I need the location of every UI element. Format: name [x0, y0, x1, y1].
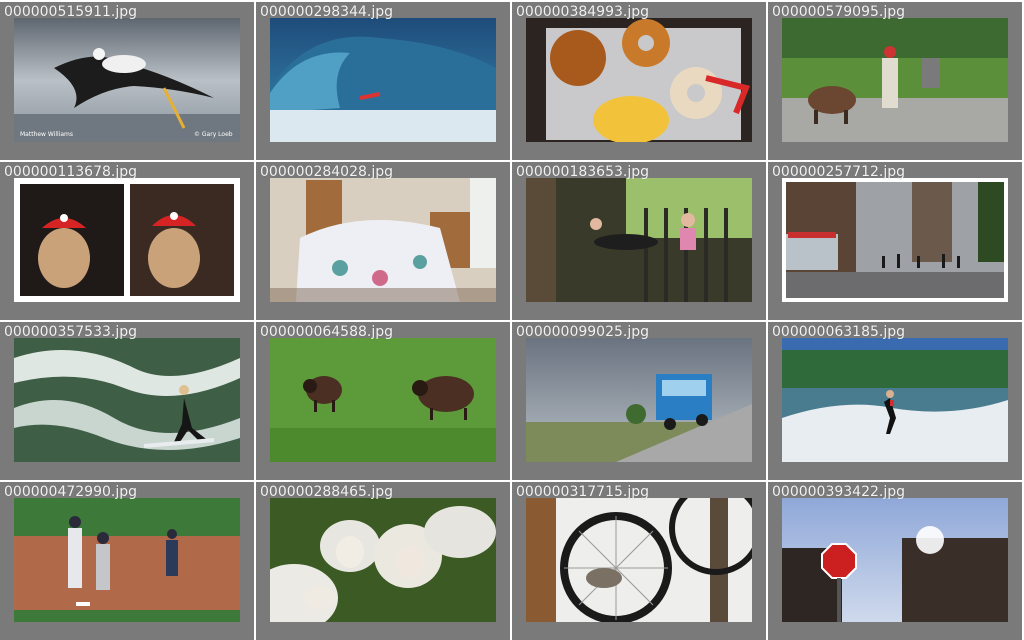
filename-label: 000000357533.jpg [4, 324, 137, 340]
grid-tile[interactable]: 000000113678.jpg [0, 162, 254, 320]
filename-label: 000000579095.jpg [772, 4, 905, 20]
bedroom-photo [270, 178, 496, 302]
grid-tile[interactable]: 000000064588.jpg [256, 322, 510, 480]
filename-label: 000000183653.jpg [516, 164, 649, 180]
filename-label: 000000257712.jpg [772, 164, 905, 180]
grid-tile[interactable]: 000000515911.jpg Matthew Williams © Gary… [0, 2, 254, 160]
cow-parade-photo [782, 18, 1008, 142]
filename-label: 000000099025.jpg [516, 324, 649, 340]
waterskier-photo [782, 338, 1008, 462]
porch-kids-photo [526, 178, 752, 302]
donuts-photo [526, 18, 752, 142]
surfer-wave-photo [270, 18, 496, 142]
grid-tile[interactable]: 000000357533.jpg [0, 322, 254, 480]
filename-label: 000000284028.jpg [260, 164, 393, 180]
filename-label: 000000393422.jpg [772, 484, 905, 500]
grid-tile[interactable]: 000000063185.jpg [768, 322, 1022, 480]
filename-label: 000000288465.jpg [260, 484, 393, 500]
filename-label: 000000472990.jpg [4, 484, 137, 500]
grid-tile[interactable]: 000000579095.jpg [768, 2, 1022, 160]
image-grid: 000000515911.jpg Matthew Williams © Gary… [0, 0, 1024, 640]
photo-caption-left: Matthew Williams [20, 131, 73, 138]
bicycle-cat-photo [526, 498, 752, 622]
photo-caption-right: © Gary Loeb [194, 131, 233, 138]
grid-tile[interactable]: 000000284028.jpg [256, 162, 510, 320]
grid-tile[interactable]: 000000298344.jpg [256, 2, 510, 160]
grid-tile[interactable]: 000000099025.jpg [512, 322, 766, 480]
white-sheep-photo [270, 498, 496, 622]
filename-label: 000000384993.jpg [516, 4, 649, 20]
grid-tile[interactable]: 000000384993.jpg [512, 2, 766, 160]
filename-label: 000000063185.jpg [772, 324, 905, 340]
filename-label: 000000298344.jpg [260, 4, 393, 20]
grid-tile[interactable]: 000000472990.jpg [0, 482, 254, 640]
beagle-hats-photo [14, 178, 240, 302]
filename-label: 000000317715.jpg [516, 484, 649, 500]
filename-label: 000000113678.jpg [4, 164, 137, 180]
seagull-photo: Matthew Williams © Gary Loeb [14, 18, 240, 142]
grid-tile[interactable]: 000000288465.jpg [256, 482, 510, 640]
grid-tile[interactable]: 000000317715.jpg [512, 482, 766, 640]
filename-label: 000000064588.jpg [260, 324, 393, 340]
grid-tile[interactable]: 000000257712.jpg [768, 162, 1022, 320]
baseball-photo [14, 498, 240, 622]
city-street-photo [782, 178, 1008, 302]
filename-label: 000000515911.jpg [4, 4, 137, 20]
river-surfer-photo [14, 338, 240, 462]
blue-van-photo [526, 338, 752, 462]
grid-tile[interactable]: 000000393422.jpg [768, 482, 1022, 640]
stop-sign-photo [782, 498, 1008, 622]
sheep-field-photo [270, 338, 496, 462]
grid-tile[interactable]: 000000183653.jpg [512, 162, 766, 320]
